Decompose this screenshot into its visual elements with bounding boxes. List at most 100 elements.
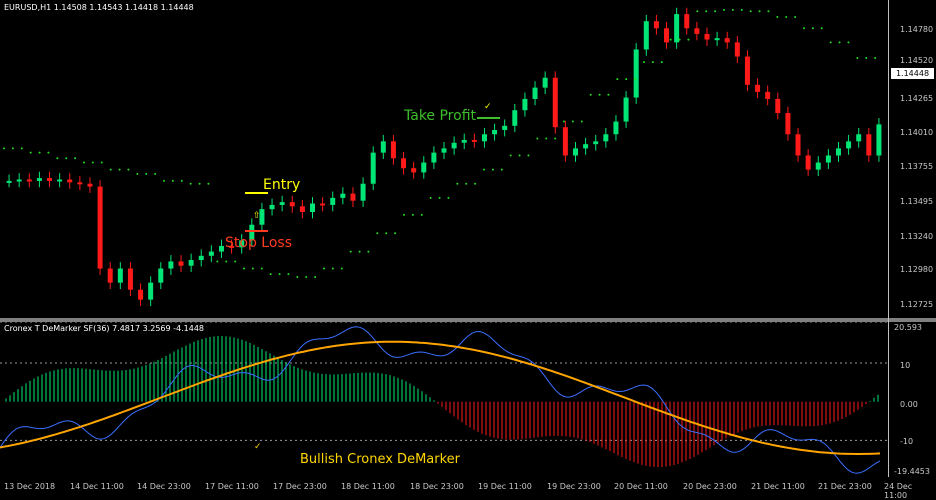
sar-dot xyxy=(731,8,734,11)
sar-dot xyxy=(83,161,85,164)
candle-body xyxy=(451,142,457,149)
sar-dot xyxy=(820,27,823,30)
indicator-tick-label: 10 xyxy=(900,361,911,370)
candle-body xyxy=(492,130,498,135)
sar-dot xyxy=(634,78,637,81)
time-tick-label: 17 Dec 11:00 xyxy=(205,482,259,491)
price-chart: ⇧✓ xyxy=(3,7,882,306)
sar-dot xyxy=(189,182,192,185)
sar-dot xyxy=(509,154,512,157)
sar-dot xyxy=(829,41,832,44)
sar-dot xyxy=(216,260,219,263)
candle-body xyxy=(674,14,680,43)
candle-body xyxy=(148,282,154,300)
time-tick-label: 18 Dec 11:00 xyxy=(341,482,395,491)
sar-dot xyxy=(749,10,752,13)
candle-body xyxy=(461,139,467,143)
candle-body xyxy=(653,21,659,29)
sar-dot xyxy=(411,213,414,216)
sar-dot xyxy=(100,161,103,164)
sar-dot xyxy=(536,137,539,140)
candle-body xyxy=(775,98,781,114)
candle-body xyxy=(856,134,862,142)
candle-body xyxy=(310,203,316,212)
candle-body xyxy=(542,77,548,88)
indicator-tick-label: 0.00 xyxy=(900,400,918,409)
candle-body xyxy=(330,197,336,205)
sar-dot xyxy=(580,120,583,123)
candle-body xyxy=(866,134,872,156)
sar-dot xyxy=(465,182,468,185)
sar-dot xyxy=(669,38,672,41)
candle-body xyxy=(208,251,214,256)
price-tick-label: 1.14520 xyxy=(900,56,934,65)
candle-body xyxy=(87,183,93,187)
time-tick-label: 13 Dec 2018 xyxy=(4,482,56,491)
candle-body xyxy=(825,155,831,163)
sar-dot xyxy=(3,147,5,150)
sar-dot xyxy=(474,182,477,185)
candle-body xyxy=(360,183,366,201)
sar-dot xyxy=(287,273,290,276)
sar-dot xyxy=(278,273,281,276)
candle-body xyxy=(532,87,538,99)
sar-dot xyxy=(767,10,770,13)
sar-dot xyxy=(598,93,601,96)
candle-body xyxy=(168,261,174,269)
chart-title: EURUSD,H1 1.14508 1.14543 1.14418 1.1444… xyxy=(4,3,194,12)
candle-body xyxy=(57,179,63,182)
candle-body xyxy=(178,261,184,266)
price-chart-panel[interactable]: ⇧ ✓ EURUSD,H1 1.14508 1.14543 1.14418 1.1… xyxy=(0,0,888,318)
price-tick-label: 1.14780 xyxy=(900,25,934,34)
candle-body xyxy=(684,14,690,29)
signal-label: Bullish Cronex DeMarker xyxy=(300,452,461,467)
sar-dot xyxy=(331,267,334,270)
sar-dot xyxy=(243,267,245,270)
sar-dot xyxy=(127,168,130,171)
price-tick-label: 1.12725 xyxy=(900,300,934,309)
candle-body xyxy=(320,203,326,206)
sar-dot xyxy=(794,15,797,18)
sar-dot xyxy=(714,10,717,13)
candle-body xyxy=(522,98,528,111)
sar-dot xyxy=(74,157,77,160)
sar-dot xyxy=(225,260,228,263)
sar-dot xyxy=(403,213,405,216)
candle-body xyxy=(218,245,224,252)
sar-dot xyxy=(234,260,237,263)
candle-body xyxy=(370,152,376,184)
candle-body xyxy=(138,289,144,300)
sar-dot xyxy=(198,182,201,185)
candle-body xyxy=(734,42,740,57)
candle-body xyxy=(765,91,771,99)
candle-body xyxy=(714,38,720,41)
indicator-tick-label: -19.4453 xyxy=(894,467,930,476)
candle-body xyxy=(67,179,73,183)
candle-body xyxy=(846,141,852,149)
candle-body xyxy=(127,268,133,290)
sar-dot xyxy=(376,232,379,235)
candle-body xyxy=(421,162,427,173)
sar-dot xyxy=(154,172,157,175)
sar-dot xyxy=(260,267,263,270)
sar-dot xyxy=(109,168,112,171)
sar-dot xyxy=(438,196,441,199)
time-tick-label: 19 Dec 11:00 xyxy=(478,482,532,491)
sar-dot xyxy=(483,168,485,171)
sar-dot xyxy=(785,15,788,18)
sar-dot xyxy=(38,151,41,154)
sar-dot xyxy=(56,157,59,160)
candle-body xyxy=(623,97,629,122)
sar-dot xyxy=(527,154,530,157)
sar-dot xyxy=(847,41,850,44)
time-tick-label: 24 Dec 11:00 xyxy=(884,482,913,500)
sar-dot xyxy=(91,161,94,164)
candle-body xyxy=(158,268,164,283)
indicator-title: Cronex T DeMarker SF(36) 7.4817 3.2569 -… xyxy=(4,324,205,333)
sar-dot xyxy=(563,120,565,123)
time-tick-label: 20 Dec 23:00 xyxy=(683,482,737,491)
sar-dot xyxy=(500,168,503,171)
time-tick-label: 20 Dec 11:00 xyxy=(614,482,668,491)
candle-body xyxy=(572,148,578,156)
price-tick-label: 1.13755 xyxy=(900,162,934,171)
